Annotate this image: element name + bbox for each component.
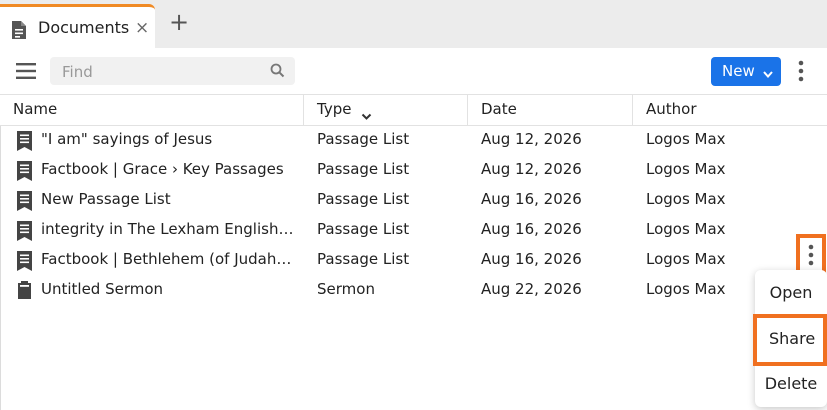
close-icon[interactable]: × — [135, 18, 149, 38]
row-author: Logos Max — [646, 130, 726, 148]
row-author: Logos Max — [646, 250, 726, 268]
row-name: integrity in The Lexham English Bible — [41, 220, 296, 238]
menu-item-share-label: Share — [769, 329, 816, 348]
row-type: Passage List — [317, 250, 410, 268]
tab-bar: Documents × + — [0, 0, 827, 48]
menu-item-open[interactable]: Open — [755, 283, 827, 302]
row-date: Aug 16, 2026 — [481, 250, 582, 268]
new-button[interactable]: New — [711, 57, 781, 86]
table-row[interactable]: Untitled Sermon Sermon Aug 22, 2026 Logo… — [0, 276, 827, 306]
table-row[interactable]: Factbook | Grace › Key Passages Passage … — [0, 156, 827, 186]
document-icon — [11, 20, 27, 44]
more-options-icon[interactable] — [797, 60, 805, 86]
tab-documents[interactable]: Documents × — [0, 4, 155, 48]
row-author: Logos Max — [646, 190, 726, 208]
row-type: Passage List — [317, 220, 410, 238]
table-header: Name Type Date Author — [0, 94, 827, 126]
passage-list-icon — [17, 191, 32, 215]
row-name: New Passage List — [41, 190, 171, 208]
row-name: Untitled Sermon — [41, 280, 164, 298]
row-type: Passage List — [317, 190, 410, 208]
row-type: Passage List — [317, 160, 410, 178]
column-header-type[interactable]: Type — [317, 100, 351, 118]
row-date: Aug 12, 2026 — [481, 160, 582, 178]
row-type: Passage List — [317, 130, 410, 148]
table-row[interactable]: New Passage List Passage List Aug 16, 20… — [0, 186, 827, 216]
column-header-name[interactable]: Name — [13, 100, 57, 118]
toolbar: New — [0, 48, 827, 94]
column-header-author[interactable]: Author — [646, 100, 697, 118]
row-date: Aug 16, 2026 — [481, 220, 582, 238]
row-name: Factbook | Grace › Key Passages — [41, 160, 284, 178]
table-row[interactable]: Factbook | Bethlehem (of Judah) › Key Pa… — [0, 246, 827, 276]
row-date: Aug 22, 2026 — [481, 280, 582, 298]
row-name: "I am" sayings of Jesus — [41, 130, 213, 148]
row-date: Aug 12, 2026 — [481, 130, 582, 148]
menu-item-share[interactable]: Share — [753, 314, 827, 366]
sort-descending-icon[interactable] — [361, 106, 372, 125]
column-divider[interactable] — [303, 95, 304, 125]
add-tab-icon[interactable]: + — [169, 8, 189, 36]
search-icon[interactable] — [270, 63, 285, 82]
chevron-down-icon — [762, 65, 774, 84]
table-row[interactable]: integrity in The Lexham English Bible Pa… — [0, 216, 827, 246]
passage-list-icon — [17, 251, 32, 275]
column-divider[interactable] — [632, 95, 633, 125]
sermon-icon — [17, 281, 32, 305]
passage-list-icon — [17, 161, 32, 185]
column-divider[interactable] — [467, 95, 468, 125]
column-header-date[interactable]: Date — [481, 100, 517, 118]
table-row[interactable]: "I am" sayings of Jesus Passage List Aug… — [0, 126, 827, 156]
menu-item-delete[interactable]: Delete — [755, 374, 827, 393]
row-date: Aug 16, 2026 — [481, 190, 582, 208]
find-box — [50, 57, 295, 85]
row-name: Factbook | Bethlehem (of Judah) › Key Pa… — [41, 250, 296, 268]
hamburger-menu-icon[interactable] — [16, 63, 36, 83]
more-options-icon — [807, 243, 815, 271]
passage-list-icon — [17, 131, 32, 155]
tab-title: Documents — [38, 18, 130, 37]
row-type: Sermon — [317, 280, 375, 298]
passage-list-icon — [17, 221, 32, 245]
new-button-label: New — [722, 62, 755, 80]
find-input[interactable] — [60, 61, 264, 83]
row-author: Logos Max — [646, 280, 726, 298]
row-author: Logos Max — [646, 160, 726, 178]
row-author: Logos Max — [646, 220, 726, 238]
